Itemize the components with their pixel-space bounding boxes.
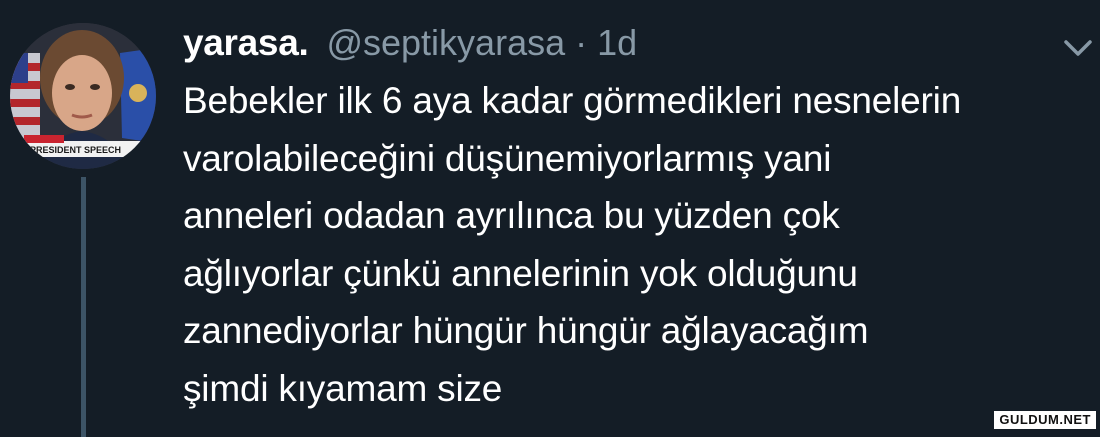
tweet-text-line: şimdi kıyamam size xyxy=(183,367,503,409)
tweet-header: yarasa. @septikyarasa · 1d xyxy=(183,22,637,70)
separator-dot: · xyxy=(575,22,588,63)
watermark: GULDUM.NET xyxy=(994,411,1096,429)
chevron-down-icon[interactable] xyxy=(1058,30,1098,66)
avatar-image: PRESIDENT SPEECH xyxy=(10,23,156,169)
tweet-text-line: ağlıyorlar çünkü annelerinin yok olduğun… xyxy=(183,252,858,294)
tweet-text-line: varolabileceğini düşünemiyorlarmış yani xyxy=(183,137,832,179)
tweet-text-line: anneleri odadan ayrılınca bu yüzden çok xyxy=(183,195,840,236)
avatar[interactable]: PRESIDENT SPEECH xyxy=(10,23,156,169)
thread-line xyxy=(81,177,86,437)
tweet-text: Bebekler ilk 6 aya kadar görmedikleri ne… xyxy=(183,72,1098,417)
user-handle[interactable]: @septikyarasa xyxy=(326,22,565,64)
tweet: PRESIDENT SPEECH yarasa. @septikyarasa ·… xyxy=(0,0,1100,437)
tweet-text-line: zannediyorlar hüngür hüngür ağlayacağım xyxy=(183,310,869,351)
tweet-text-line: Bebekler ilk 6 aya kadar görmedikleri ne… xyxy=(183,80,962,121)
avatar-banner-text: PRESIDENT SPEECH xyxy=(30,145,121,155)
display-name[interactable]: yarasa. xyxy=(183,22,309,64)
timestamp[interactable]: 1d xyxy=(597,22,637,64)
